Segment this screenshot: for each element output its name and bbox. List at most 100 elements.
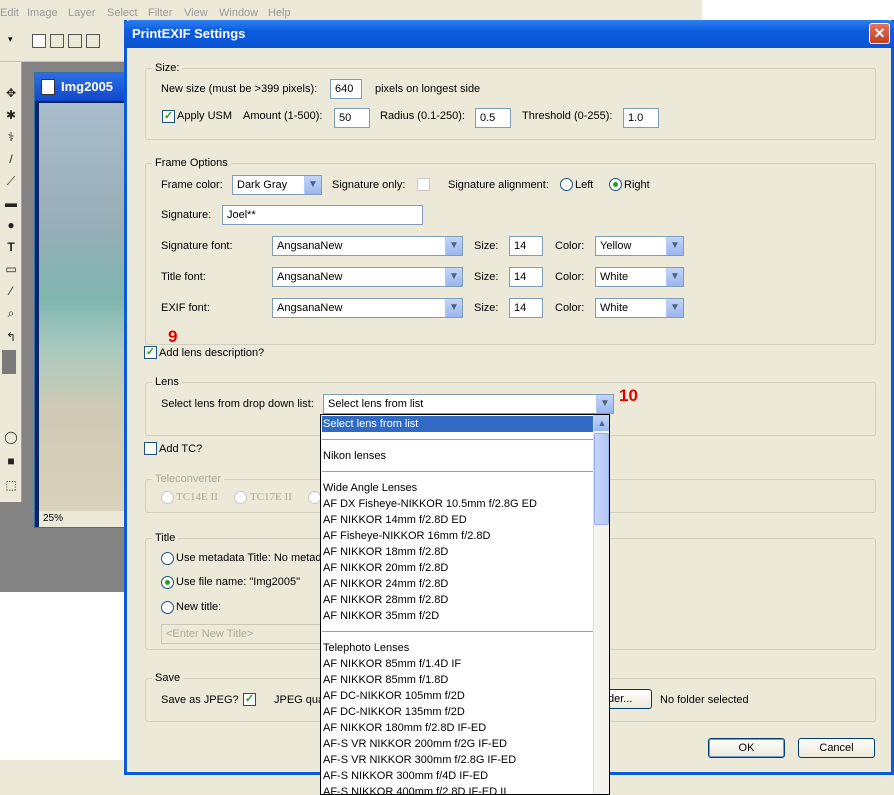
menu-image[interactable]: Image bbox=[27, 7, 58, 19]
frame-color-select[interactable]: Dark Gray ▼ bbox=[232, 175, 322, 195]
image-window-titlebar[interactable]: Img2005 bbox=[35, 73, 125, 101]
lens-list-item[interactable]: AF-S VR NIKKOR 300mm f/2.8G IF-ED bbox=[322, 752, 594, 768]
scroll-up-arrow-icon[interactable]: ▲ bbox=[594, 415, 609, 431]
exif-color-select[interactable]: White ▼ bbox=[595, 298, 684, 318]
chevron-down-icon[interactable]: ▼ bbox=[445, 299, 462, 317]
ok-button[interactable]: OK bbox=[708, 738, 785, 758]
gradient-tool-icon[interactable]: ▬ bbox=[2, 194, 20, 212]
new-selection-icon[interactable] bbox=[32, 34, 46, 48]
lens-list-item[interactable]: AF NIKKOR 28mm f/2.8D bbox=[322, 592, 594, 608]
lens-list-item[interactable]: Select lens from list bbox=[321, 415, 595, 433]
lens-list-item[interactable]: AF DX Fisheye-NIKKOR 10.5mm f/2.8G ED bbox=[322, 496, 594, 512]
new-title-input[interactable]: <Enter New Title> bbox=[161, 624, 323, 644]
color-swatch[interactable] bbox=[2, 350, 16, 374]
magic-wand-icon[interactable]: ✱ bbox=[2, 106, 20, 124]
align-right-radio[interactable] bbox=[609, 178, 622, 191]
lens-list-item[interactable]: AF-S NIKKOR 400mm f/2.8D IF-ED II bbox=[322, 784, 594, 794]
chevron-down-icon[interactable]: ▼ bbox=[666, 237, 683, 255]
signature-only-checkbox[interactable] bbox=[417, 178, 430, 191]
lens-select[interactable]: Select lens from list ▼ bbox=[323, 394, 614, 414]
lens-list-item[interactable]: AF NIKKOR 20mm f/2.8D bbox=[322, 560, 594, 576]
new-size-input[interactable]: 640 bbox=[330, 79, 362, 99]
lens-list-item[interactable]: Wide Angle Lenses bbox=[322, 480, 594, 496]
brush-tool-icon[interactable]: / bbox=[2, 150, 20, 168]
move-tool-icon[interactable]: ✥ bbox=[2, 84, 20, 102]
lens-list-item[interactable]: AF-S NIKKOR 300mm f/4D IF-ED bbox=[322, 768, 594, 784]
signature-size-input[interactable]: 14 bbox=[509, 236, 543, 256]
chevron-down-icon[interactable]: ▼ bbox=[666, 299, 683, 317]
subtract-selection-icon[interactable] bbox=[68, 34, 82, 48]
chevron-down-icon[interactable]: ▼ bbox=[445, 237, 462, 255]
lens-list-item[interactable]: AF Fisheye-NIKKOR 16mm f/2.8D bbox=[322, 528, 594, 544]
lens-list-item[interactable]: AF NIKKOR 14mm f/2.8D ED bbox=[322, 512, 594, 528]
signature-color-select[interactable]: Yellow ▼ bbox=[595, 236, 684, 256]
jump-to-imageready-icon[interactable]: ⬚ bbox=[2, 476, 20, 494]
use-filename-radio[interactable] bbox=[161, 576, 174, 589]
chevron-down-icon[interactable]: ▼ bbox=[445, 268, 462, 286]
exif-font-label: EXIF font: bbox=[161, 302, 210, 314]
dodge-tool-icon[interactable]: ● bbox=[2, 216, 20, 234]
lens-list-item[interactable]: AF NIKKOR 180mm f/2.8D IF-ED bbox=[322, 720, 594, 736]
frame-color-label: Frame color: bbox=[161, 179, 223, 191]
chevron-down-icon[interactable]: ▼ bbox=[596, 395, 613, 413]
title-font-select[interactable]: AngsanaNew ▼ bbox=[272, 267, 463, 287]
add-lens-checkbox[interactable]: ✓ bbox=[144, 346, 157, 359]
signature-font-select[interactable]: AngsanaNew ▼ bbox=[272, 236, 463, 256]
add-tc-checkbox[interactable] bbox=[144, 442, 157, 455]
lens-list-item[interactable]: AF NIKKOR 24mm f/2.8D bbox=[322, 576, 594, 592]
shape-tool-icon[interactable]: ▭ bbox=[2, 260, 20, 278]
menu-filter[interactable]: Filter bbox=[148, 7, 172, 19]
exif-size-input[interactable]: 14 bbox=[509, 298, 543, 318]
menu-layer[interactable]: Layer bbox=[68, 7, 96, 19]
use-metadata-radio[interactable] bbox=[161, 552, 174, 565]
apply-usm-checkbox[interactable]: ✓ bbox=[162, 110, 175, 123]
tc17e-radio[interactable] bbox=[234, 491, 247, 504]
chevron-down-icon[interactable]: ▼ bbox=[304, 176, 321, 194]
screen-mode-icon[interactable]: ■ bbox=[2, 452, 20, 470]
menu-window[interactable]: Window bbox=[219, 7, 258, 19]
radius-input[interactable]: 0.5 bbox=[475, 108, 511, 128]
close-icon[interactable]: ✕ bbox=[869, 23, 890, 44]
dialog-titlebar[interactable]: PrintEXIF Settings ✕ bbox=[124, 20, 894, 48]
new-title-radio[interactable] bbox=[161, 601, 174, 614]
align-left-radio[interactable] bbox=[560, 178, 573, 191]
lens-list-item[interactable]: AF-S VR NIKKOR 200mm f/2G IF-ED bbox=[322, 736, 594, 752]
lens-list-item[interactable]: AF DC-NIKKOR 105mm f/2D bbox=[322, 688, 594, 704]
add-selection-icon[interactable] bbox=[50, 34, 64, 48]
threshold-input[interactable]: 1.0 bbox=[623, 108, 659, 128]
lens-list-item[interactable]: AF NIKKOR 18mm f/2.8D bbox=[322, 544, 594, 560]
signature-input[interactable]: Joel** bbox=[222, 205, 423, 225]
chevron-down-icon[interactable]: ▼ bbox=[666, 268, 683, 286]
exif-font-select[interactable]: AngsanaNew ▼ bbox=[272, 298, 463, 318]
title-color-select[interactable]: White ▼ bbox=[595, 267, 684, 287]
menu-view[interactable]: View bbox=[184, 7, 208, 19]
scroll-thumb[interactable] bbox=[594, 433, 609, 525]
image-window[interactable]: Img2005 25% bbox=[34, 72, 126, 528]
lens-list-scrollbar[interactable]: ▲ bbox=[593, 415, 609, 794]
lens-list-item[interactable]: Telephoto Lenses bbox=[322, 640, 594, 656]
swap-colors-icon[interactable]: ↰ bbox=[2, 328, 20, 346]
save-jpeg-checkbox[interactable]: ✓ bbox=[243, 693, 256, 706]
tool-preset-arrow-icon[interactable]: ▾ bbox=[8, 34, 13, 45]
title-size-input[interactable]: 14 bbox=[509, 267, 543, 287]
heal-tool-icon[interactable]: ⚕ bbox=[2, 128, 20, 146]
lens-dropdown-list[interactable]: Select lens from list Nikon lenses Wide An… bbox=[320, 414, 610, 795]
history-brush-icon[interactable]: ⟋ bbox=[2, 172, 20, 190]
tc14e-radio[interactable] bbox=[161, 491, 174, 504]
lens-list-item[interactable]: AF NIKKOR 35mm f/2D bbox=[322, 608, 594, 624]
lens-list-item[interactable]: AF NIKKOR 85mm f/1.4D IF bbox=[322, 656, 594, 672]
lens-list-item[interactable]: AF NIKKOR 85mm f/1.8D bbox=[322, 672, 594, 688]
intersect-selection-icon[interactable] bbox=[86, 34, 100, 48]
apply-usm-label: Apply USM bbox=[177, 110, 233, 122]
eyedropper-icon[interactable]: ⁄ bbox=[2, 282, 20, 300]
menu-help[interactable]: Help bbox=[268, 7, 291, 19]
cancel-button[interactable]: Cancel bbox=[798, 738, 875, 758]
zoom-tool-icon[interactable]: ⌕ bbox=[2, 304, 20, 322]
lens-list-item[interactable]: AF DC-NIKKOR 135mm f/2D bbox=[322, 704, 594, 720]
quick-mask-icon[interactable]: ◯ bbox=[2, 428, 20, 446]
amount-input[interactable]: 50 bbox=[334, 108, 370, 128]
menu-select[interactable]: Select bbox=[107, 7, 138, 19]
lens-list-item[interactable]: Nikon lenses bbox=[322, 448, 594, 464]
menu-edit[interactable]: Edit bbox=[0, 7, 19, 19]
type-tool-icon[interactable]: T bbox=[2, 238, 20, 256]
